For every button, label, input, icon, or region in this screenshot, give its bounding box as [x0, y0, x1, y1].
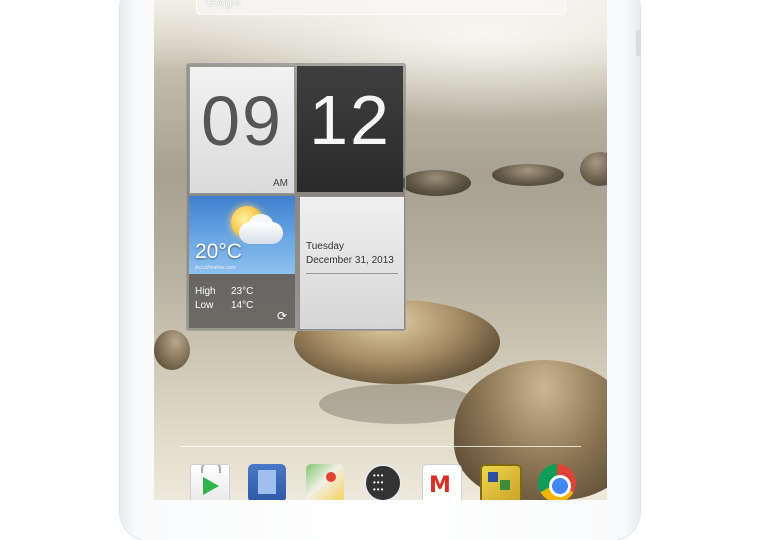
- high-temp-row: High 23°C: [195, 286, 253, 297]
- full-date: December 31, 2013: [306, 255, 394, 266]
- gmail-icon[interactable]: M: [422, 464, 462, 500]
- low-temp-row: Low 14°C: [195, 300, 253, 311]
- weather-provider: AccuWeather.com: [195, 265, 236, 271]
- clock-hour: 09: [201, 82, 283, 160]
- game-icon[interactable]: [480, 464, 522, 500]
- mic-icon[interactable]: [548, 0, 555, 11]
- current-temperature: 20°C: [195, 240, 242, 263]
- map-pin: [326, 472, 336, 482]
- clock-minute-tile[interactable]: 12: [297, 66, 403, 192]
- play-triangle: [203, 477, 219, 495]
- wallpaper-stone: [154, 330, 190, 370]
- gmail-glyph: M: [429, 473, 451, 498]
- high-value: 23°C: [231, 286, 254, 297]
- wallpaper-stone: [580, 152, 607, 186]
- low-label: Low: [195, 300, 214, 311]
- wallpaper-stone: [492, 164, 564, 186]
- game-block: [500, 480, 510, 490]
- chrome-icon[interactable]: [538, 464, 576, 500]
- day-of-week: Tuesday: [306, 241, 344, 252]
- weather-tile[interactable]: 20°C AccuWeather.com High 23°C Low 14°C …: [189, 196, 295, 328]
- app-dock: ••• ••• ••• M: [184, 458, 584, 500]
- clock-ampm: AM: [273, 178, 288, 189]
- clock-minute: 12: [309, 81, 391, 159]
- docs-sheet: [258, 470, 276, 494]
- home-screen: Google 09 AM 12 20°C AccuWeather.com Hig…: [154, 0, 607, 500]
- date-divider: [306, 273, 398, 274]
- play-store-icon[interactable]: [190, 464, 230, 500]
- docs-icon[interactable]: [248, 464, 286, 500]
- high-label: High: [195, 286, 216, 297]
- date-tile[interactable]: Tuesday December 31, 2013: [299, 196, 405, 330]
- app-drawer-dots: ••• ••• •••: [373, 471, 385, 494]
- power-button: [636, 30, 641, 56]
- google-logo: Google: [205, 0, 241, 9]
- cloud-icon: [239, 222, 283, 244]
- chrome-core: [549, 475, 571, 497]
- dock-divider: [180, 446, 581, 447]
- clock-hour-tile[interactable]: 09 AM: [189, 66, 295, 194]
- google-search-bar[interactable]: Google: [196, 0, 566, 15]
- low-value: 14°C: [231, 300, 254, 311]
- game-block: [488, 472, 498, 482]
- clock-weather-widget[interactable]: 09 AM 12 20°C AccuWeather.com High 23°C …: [186, 63, 406, 331]
- maps-icon[interactable]: [306, 464, 344, 500]
- app-drawer-icon[interactable]: ••• ••• •••: [364, 464, 402, 500]
- bag-handle: [201, 465, 221, 473]
- refresh-icon[interactable]: ⟳: [277, 310, 289, 322]
- wallpaper-stone: [401, 170, 471, 196]
